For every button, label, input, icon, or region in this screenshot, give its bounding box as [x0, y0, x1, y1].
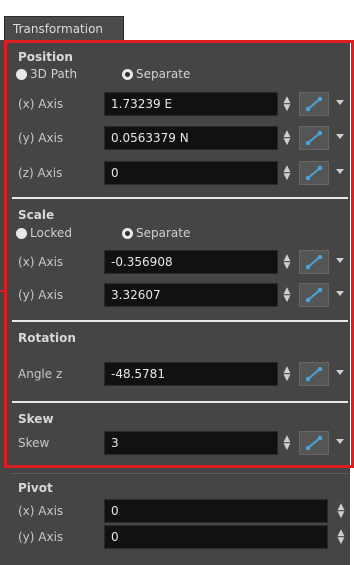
field-label: (z) Axis — [18, 166, 63, 180]
function-curve-button[interactable] — [299, 161, 329, 185]
radio-dot-icon — [16, 68, 27, 80]
tab-transformation[interactable]: Transformation — [4, 16, 124, 40]
pivot-x-field[interactable]: 0 — [104, 499, 328, 523]
up-down-arrows-icon[interactable]: ▲ ▼ — [283, 287, 291, 304]
radio-dot-selected-icon — [122, 68, 133, 80]
radio-label: 3D Path — [30, 67, 78, 81]
field-label: (x) Axis — [18, 255, 64, 269]
up-down-arrows-icon[interactable]: ▲ ▼ — [283, 165, 291, 182]
rotation-angle-row: Angle z -48.5781 ▲ ▼ — [0, 362, 354, 388]
function-curve-icon — [305, 165, 323, 181]
chevron-down-icon[interactable] — [336, 134, 344, 139]
radio-dot-icon — [16, 227, 27, 239]
chevron-down-icon[interactable] — [336, 258, 344, 263]
highlight-callout — [0, 290, 6, 292]
up-down-arrows-icon[interactable]: ▲ ▼ — [337, 529, 345, 546]
skew-field[interactable]: 3 — [104, 431, 278, 455]
field-label: (y) Axis — [18, 288, 64, 302]
divider — [12, 473, 348, 474]
angle-z-field[interactable]: -48.5781 — [104, 362, 278, 386]
function-curve-button[interactable] — [299, 283, 329, 307]
position-z-field[interactable]: 0 — [104, 161, 278, 185]
chevron-down-icon[interactable] — [336, 100, 344, 105]
chevron-down-icon[interactable] — [336, 169, 344, 174]
chevron-down-icon[interactable] — [336, 439, 344, 444]
up-down-arrows-icon[interactable]: ▲ ▼ — [337, 503, 345, 520]
function-curve-icon — [305, 435, 323, 451]
position-title: Position — [18, 50, 73, 64]
radio-position-separate[interactable]: Separate — [122, 67, 190, 81]
pivot-x-row: (x) Axis 0 ▲ ▼ — [0, 499, 354, 525]
function-curve-icon — [305, 254, 323, 270]
up-down-arrows-icon[interactable]: ▲ ▼ — [283, 435, 291, 452]
pivot-y-row: (y) Axis 0 ▲ ▼ — [0, 525, 354, 551]
scale-title: Scale — [18, 208, 55, 222]
field-label: (y) Axis — [18, 530, 64, 544]
radio-label: Separate — [136, 67, 191, 81]
scale-y-row: (y) Axis 3.32607 ▲ ▼ — [0, 283, 354, 309]
pivot-title: Pivot — [18, 481, 53, 495]
function-curve-button[interactable] — [299, 250, 329, 274]
radio-dot-selected-icon — [122, 227, 133, 239]
position-x-row: (x) Axis 1.73239 E ▲ ▼ — [0, 92, 354, 118]
position-y-row: (y) Axis 0.0563379 N ▲ ▼ — [0, 126, 354, 152]
function-curve-button[interactable] — [299, 126, 329, 150]
transformation-panel: Position 3D Path Separate (x) Axis 1.732… — [0, 40, 350, 565]
skew-row: Skew 3 ▲ ▼ — [0, 431, 354, 457]
divider — [12, 401, 348, 403]
chevron-down-icon[interactable] — [336, 370, 344, 375]
function-curve-icon — [305, 287, 323, 303]
position-y-field[interactable]: 0.0563379 N — [104, 126, 278, 150]
up-down-arrows-icon[interactable]: ▲ ▼ — [283, 96, 291, 113]
field-label: (x) Axis — [18, 504, 64, 518]
divider — [12, 197, 348, 199]
radio-label: Separate — [136, 226, 191, 240]
function-curve-button[interactable] — [299, 92, 329, 116]
tab-label: Transformation — [13, 22, 104, 36]
up-down-arrows-icon[interactable]: ▲ ▼ — [283, 254, 291, 271]
scale-x-row: (x) Axis -0.356908 ▲ ▼ — [0, 250, 354, 276]
field-label: Skew — [18, 436, 50, 450]
function-curve-icon — [305, 96, 323, 112]
field-label: Angle z — [18, 367, 63, 381]
radio-locked[interactable]: Locked — [16, 226, 72, 240]
position-x-field[interactable]: 1.73239 E — [104, 92, 278, 116]
radio-label: Locked — [30, 226, 72, 240]
pivot-y-field[interactable]: 0 — [104, 525, 328, 549]
chevron-down-icon[interactable] — [336, 291, 344, 296]
scale-y-field[interactable]: 3.32607 — [104, 283, 278, 307]
radio-scale-separate[interactable]: Separate — [122, 226, 190, 240]
field-label: (y) Axis — [18, 131, 64, 145]
function-curve-button[interactable] — [299, 431, 329, 455]
field-label: (x) Axis — [18, 97, 64, 111]
up-down-arrows-icon[interactable]: ▲ ▼ — [283, 366, 291, 383]
up-down-arrows-icon[interactable]: ▲ ▼ — [283, 130, 291, 147]
position-z-row: (z) Axis 0 ▲ ▼ — [0, 161, 354, 187]
function-curve-icon — [305, 130, 323, 146]
scale-x-field[interactable]: -0.356908 — [104, 250, 278, 274]
divider — [12, 320, 348, 322]
rotation-title: Rotation — [18, 331, 76, 345]
radio-3d-path[interactable]: 3D Path — [16, 67, 77, 81]
function-curve-icon — [305, 366, 323, 382]
function-curve-button[interactable] — [299, 362, 329, 386]
skew-title: Skew — [18, 412, 54, 426]
